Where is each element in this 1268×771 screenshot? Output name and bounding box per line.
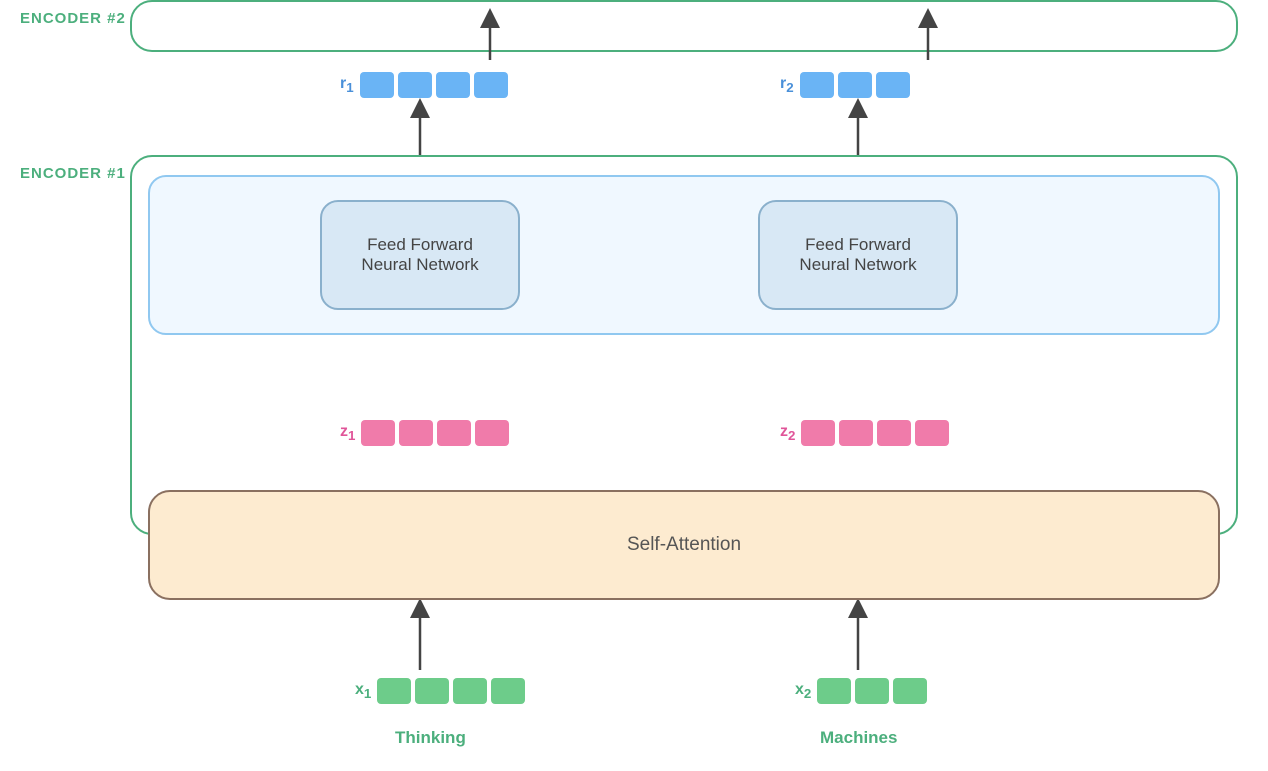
- z1-label: z1: [340, 423, 355, 443]
- z2-label: z2: [780, 423, 795, 443]
- self-attention-box: Self-Attention: [148, 490, 1220, 600]
- self-attention-label: Self-Attention: [627, 534, 741, 556]
- ffn-section-box: [148, 175, 1220, 335]
- z1-block1: [361, 420, 395, 446]
- x1-block3: [453, 678, 487, 704]
- ffn-right-box: Feed ForwardNeural Network: [758, 200, 958, 310]
- x1-group: x1: [355, 678, 525, 704]
- r2-block1: [800, 72, 834, 98]
- x1-blocks: [377, 678, 525, 704]
- encoder2-box: [130, 0, 1238, 52]
- x2-label: x2: [795, 681, 811, 701]
- r1-group: r1: [340, 72, 508, 98]
- z1-block2: [399, 420, 433, 446]
- encoder2-label: ENCODER #2: [20, 10, 126, 27]
- r1-blocks: [360, 72, 508, 98]
- ffn-left-box: Feed ForwardNeural Network: [320, 200, 520, 310]
- diagram-container: ENCODER #2 r1: [0, 0, 1268, 771]
- z2-block3: [877, 420, 911, 446]
- x2-group: x2: [795, 678, 927, 704]
- encoder1-label: ENCODER #1: [20, 165, 126, 182]
- z1-blocks: [361, 420, 509, 446]
- r2-block2: [838, 72, 872, 98]
- z2-block4: [915, 420, 949, 446]
- thinking-label: Thinking: [395, 728, 466, 748]
- r2-label: r2: [780, 75, 794, 95]
- z1-group: z1: [340, 420, 509, 446]
- r2-blocks: [800, 72, 910, 98]
- machines-label: Machines: [820, 728, 897, 748]
- x2-block2: [855, 678, 889, 704]
- r1-block2: [398, 72, 432, 98]
- r1-block4: [474, 72, 508, 98]
- z2-block1: [801, 420, 835, 446]
- x2-block3: [893, 678, 927, 704]
- x1-label: x1: [355, 681, 371, 701]
- x1-block1: [377, 678, 411, 704]
- r2-group: r2: [780, 72, 910, 98]
- r1-block1: [360, 72, 394, 98]
- r2-block3: [876, 72, 910, 98]
- z2-group: z2: [780, 420, 949, 446]
- r1-block3: [436, 72, 470, 98]
- z2-blocks: [801, 420, 949, 446]
- z2-block2: [839, 420, 873, 446]
- x2-block1: [817, 678, 851, 704]
- z1-block4: [475, 420, 509, 446]
- x1-block4: [491, 678, 525, 704]
- x2-blocks: [817, 678, 927, 704]
- z1-block3: [437, 420, 471, 446]
- r1-label: r1: [340, 75, 354, 95]
- x1-block2: [415, 678, 449, 704]
